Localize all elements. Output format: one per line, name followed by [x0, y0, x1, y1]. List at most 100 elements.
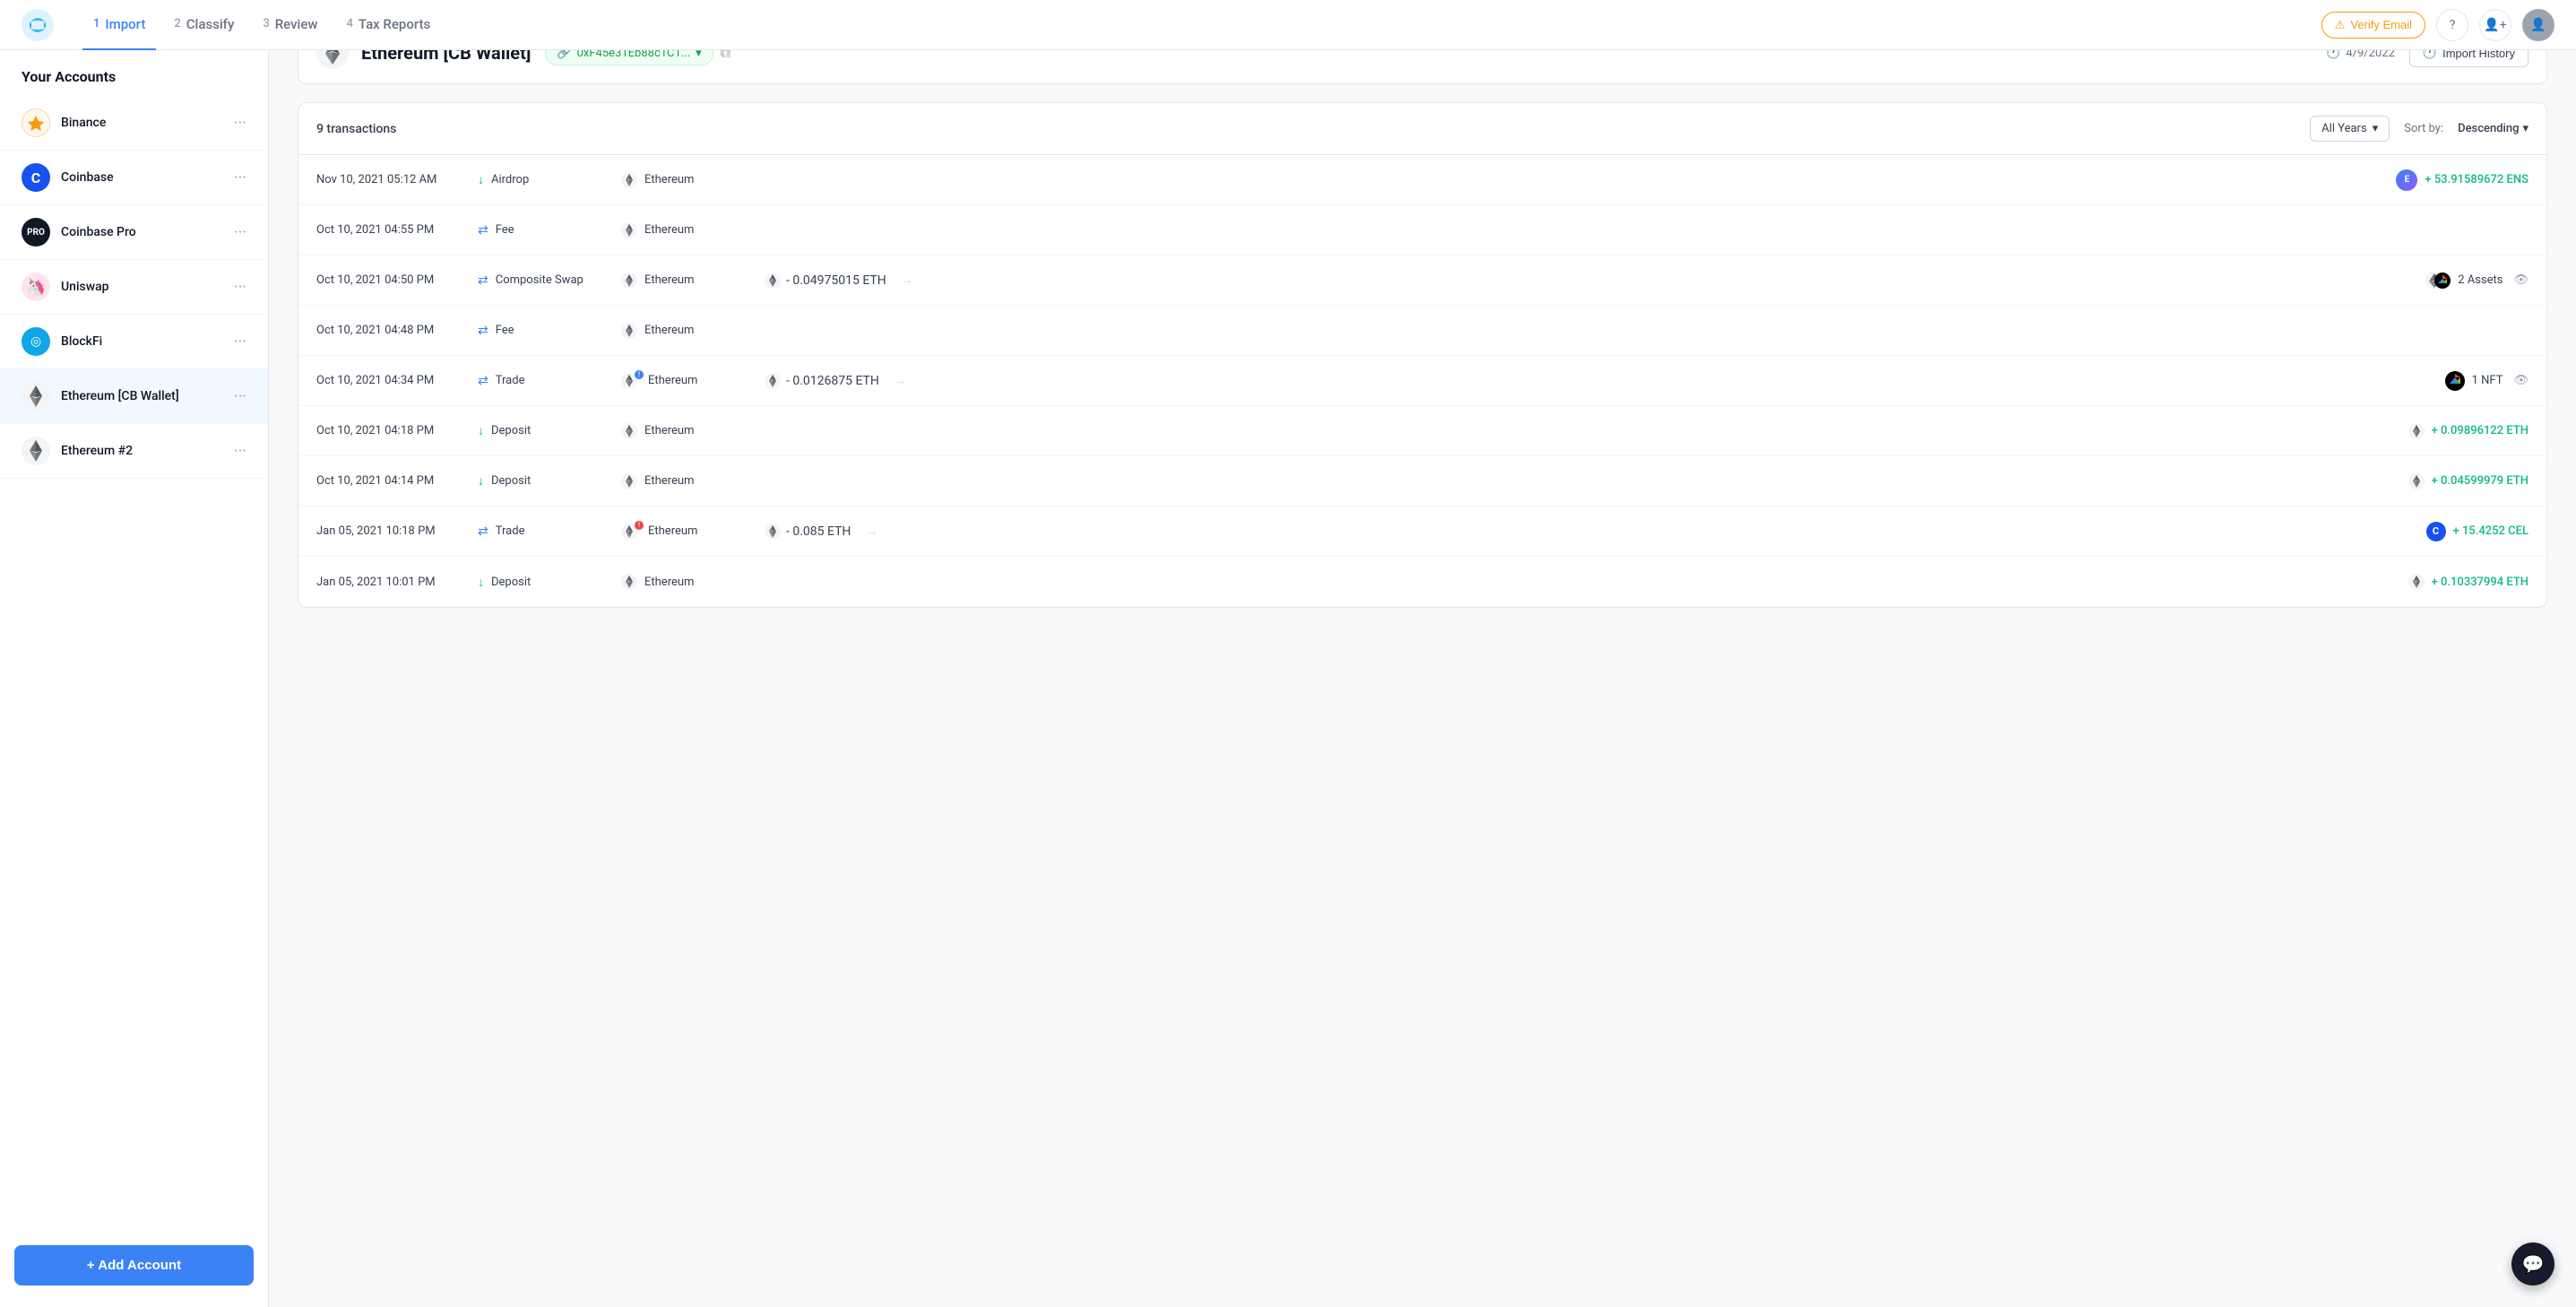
nft-icon	[2445, 371, 2465, 391]
tx-amount-area: - 0.0126875 ETH →	[765, 373, 2445, 389]
uniswap-label: Uniswap	[61, 280, 234, 294]
tx-result: 1 NFT 👁	[2445, 371, 2528, 391]
sort-value-dropdown[interactable]: Descending ▾	[2458, 122, 2528, 135]
tx-date: Oct 10, 2021 04:14 PM	[316, 474, 478, 488]
tx-type: ↓ Airdrop	[478, 172, 621, 187]
sidebar-item-ethereum-cb[interactable]: Ethereum [CB Wallet] ···	[0, 369, 268, 424]
sidebar-item-coinbase[interactable]: C Coinbase ···	[0, 151, 268, 205]
tx-source: Ethereum	[621, 222, 765, 238]
nav-classify[interactable]: 2 Classify	[163, 0, 245, 50]
eth-badge-icon: !	[621, 524, 641, 540]
blockfi-icon: ◎	[22, 327, 50, 356]
table-row[interactable]: Oct 10, 2021 04:14 PM ↓ Deposit Ethereum	[298, 456, 2546, 506]
add-user-icon: 👤+	[2484, 18, 2506, 32]
blockfi-label: BlockFi	[61, 334, 234, 349]
sidebar: Your Accounts Binance ··· C Coinbase ···…	[0, 50, 269, 1307]
verify-email-button[interactable]: ⚠ Verify Email	[2321, 12, 2425, 39]
tx-type-label: Fee	[496, 223, 514, 237]
nav-items: 1 Import 2 Classify 3 Review 4 Tax Repor…	[82, 0, 2321, 50]
tx-result: + 0.10337994 ETH	[2408, 574, 2528, 590]
ethereum-2-more-icon[interactable]: ···	[234, 442, 246, 461]
eye-icon: 👁	[2513, 273, 2528, 287]
verify-email-label: Verify Email	[2350, 18, 2412, 31]
multi-asset-icon	[2425, 270, 2451, 291]
avatar[interactable]: 👤	[2522, 9, 2554, 41]
eth-result-icon	[2408, 423, 2425, 439]
ethereum-2-label: Ethereum #2	[61, 444, 234, 458]
right-arrow-icon: →	[894, 373, 906, 388]
tx-result: + 0.04599979 ETH	[2408, 473, 2528, 489]
tx-result-label: + 0.09896122 ETH	[2432, 424, 2528, 437]
help-icon: ?	[2450, 18, 2456, 32]
all-years-label: All Years	[2321, 122, 2367, 135]
ethereum-cb-more-icon[interactable]: ···	[234, 387, 246, 406]
ens-icon: E	[2396, 169, 2417, 191]
transactions-container: 9 transactions All Years ▾ Sort by: Desc…	[298, 102, 2547, 608]
nav-import[interactable]: 1 Import	[82, 0, 156, 50]
table-row[interactable]: Oct 10, 2021 04:34 PM ⇄ Trade !	[298, 356, 2546, 406]
uniswap-more-icon[interactable]: ···	[234, 278, 246, 297]
nav-tax-reports[interactable]: 4 Tax Reports	[336, 0, 442, 50]
nav-review-label: Review	[275, 16, 318, 32]
nav-review[interactable]: 3 Review	[252, 0, 328, 50]
nav-tax-step: 4	[347, 17, 353, 30]
down-arrow-icon: ↓	[478, 473, 484, 489]
avatar-icon: 👤	[2530, 18, 2546, 32]
app-logo[interactable]	[22, 9, 54, 41]
table-row[interactable]: Oct 10, 2021 04:18 PM ↓ Deposit Ethereum	[298, 406, 2546, 456]
ethereum-cb-icon	[22, 382, 50, 411]
tx-type-label: Composite Swap	[496, 273, 583, 287]
sidebar-item-blockfi[interactable]: ◎ BlockFi ···	[0, 315, 268, 369]
sidebar-item-ethereum-2[interactable]: Ethereum #2 ···	[0, 424, 268, 479]
sidebar-item-coinbase-pro[interactable]: PRO Coinbase Pro ···	[0, 205, 268, 260]
tx-type-label: Deposit	[491, 424, 531, 437]
chevron-down-icon: ▾	[2373, 122, 2379, 135]
eth-source-icon	[621, 423, 637, 439]
help-button[interactable]: ?	[2436, 9, 2468, 41]
right-arrow-icon: →	[865, 524, 877, 539]
chat-button[interactable]: 💬	[2511, 1242, 2554, 1285]
binance-more-icon[interactable]: ···	[234, 114, 246, 133]
eth-source-icon	[621, 222, 637, 238]
chat-icon: 💬	[2522, 1253, 2545, 1275]
table-row[interactable]: Oct 10, 2021 04:48 PM ⇄ Fee Ethereum	[298, 306, 2546, 356]
tx-source-label: Ethereum	[644, 324, 694, 337]
tx-type: ⇄ Composite Swap	[478, 273, 621, 288]
table-row[interactable]: Jan 05, 2021 10:01 PM ↓ Deposit Ethereum	[298, 557, 2546, 607]
add-user-button[interactable]: 👤+	[2479, 9, 2511, 41]
tx-result-label: + 53.91589672 ENS	[2425, 173, 2528, 186]
sidebar-item-uniswap[interactable]: 🦄 Uniswap ···	[0, 260, 268, 315]
eth-out-icon	[765, 524, 781, 540]
eth-source-icon	[621, 172, 637, 188]
tx-source: Ethereum	[621, 172, 765, 188]
sidebar-footer: + Add Account	[0, 1231, 268, 1307]
binance-icon	[22, 108, 50, 137]
all-years-dropdown[interactable]: All Years ▾	[2310, 116, 2390, 142]
tx-type: ↓ Deposit	[478, 423, 621, 438]
nav-classify-label: Classify	[186, 16, 235, 32]
tx-source: ! Ethereum	[621, 373, 765, 389]
tx-source-label: Ethereum	[648, 524, 697, 538]
table-row[interactable]: Nov 10, 2021 05:12 AM ↓ Airdrop Ethereum	[298, 155, 2546, 205]
swap-icon: ⇄	[478, 223, 488, 238]
eth-out-icon	[765, 373, 781, 389]
tx-type: ⇄ Trade	[478, 524, 621, 539]
table-row[interactable]: Jan 05, 2021 10:18 PM ⇄ Trade !	[298, 506, 2546, 557]
coinbase-pro-more-icon[interactable]: ···	[234, 223, 246, 242]
swap-icon: ⇄	[478, 374, 488, 388]
table-row[interactable]: Oct 10, 2021 04:55 PM ⇄ Fee Ethereum	[298, 205, 2546, 255]
tx-result-label: + 0.10337994 ETH	[2432, 576, 2528, 589]
tx-result: + 0.09896122 ETH	[2408, 423, 2528, 439]
tx-result-label: + 15.4252 CEL	[2453, 524, 2528, 538]
main-content: Ethereum [CB Wallet] 🔗 0xF45e31Eb88c1C1.…	[269, 0, 2576, 629]
coinbase-more-icon[interactable]: ···	[234, 169, 246, 187]
blockfi-more-icon[interactable]: ···	[234, 333, 246, 351]
nav-import-step: 1	[93, 17, 99, 30]
table-row[interactable]: Oct 10, 2021 04:50 PM ⇄ Composite Swap E…	[298, 255, 2546, 306]
add-account-button[interactable]: + Add Account	[14, 1245, 254, 1285]
sidebar-item-binance[interactable]: Binance ···	[0, 96, 268, 151]
tx-result: 2 Assets 👁	[2425, 270, 2528, 291]
tx-source-label: Ethereum	[648, 374, 697, 387]
tx-date: Oct 10, 2021 04:18 PM	[316, 424, 478, 437]
coinbase-label: Coinbase	[61, 170, 234, 185]
